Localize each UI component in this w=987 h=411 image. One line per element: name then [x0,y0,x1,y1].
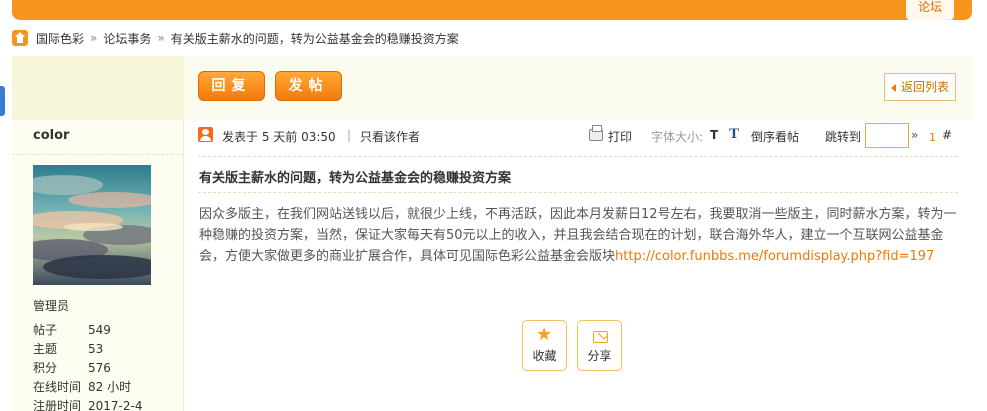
stat-register-date: 注册时间 2017-2-4 [33,397,142,411]
post-body: 因众多版主，在我们网站送钱以后，就很少上线，不再活跃，因此本月发薪日12号左右，… [199,204,963,267]
stat-value: 82 小时 [88,380,132,394]
divider [198,192,958,193]
stat-label: 积分 [33,361,58,375]
stat-label: 主题 [33,342,58,356]
floor-number[interactable]: 1 [929,131,936,144]
only-author-link[interactable]: 只看该作者 [360,128,420,145]
author-name[interactable]: color [33,128,69,143]
share-label: 分享 [587,349,612,363]
breadcrumb-item-thread[interactable]: 有关版主薪水的问题，转为公益基金会的稳赚投资方案 [171,30,459,47]
stat-value: 2017-2-4 [88,399,143,411]
new-post-button[interactable]: 发帖 [275,71,342,101]
printer-icon[interactable] [589,125,603,141]
jump-to-label: 跳转到 [825,130,862,144]
floor-hash: # [942,128,953,142]
user-stats: 帖子 549 主题 53 积分 576 在线时间 82 小时 注册时间 2017… [33,321,142,411]
sidebar-header [12,56,184,120]
stat-label: 注册时间 [33,399,82,411]
back-to-list-button[interactable]: 返回列表 [884,73,956,101]
divider [12,154,184,155]
stat-online-time: 在线时间 82 小时 [33,378,142,397]
jump-to-floor-input[interactable] [865,123,909,148]
breadcrumb-separator: » [157,31,165,45]
post-title: 有关版主薪水的问题，转为公益基金会的稳赚投资方案 [199,171,512,186]
favorite-label: 收藏 [532,349,557,363]
forum-tab[interactable]: 论坛 [906,0,954,20]
avatar[interactable] [33,165,151,285]
reverse-order-icon[interactable]: T [729,126,739,143]
meta-separator: | [347,128,352,142]
breadcrumb-item-site[interactable]: 国际色彩 [36,30,84,47]
post-date: 发表于 5 天前 03:50 [222,130,336,144]
author-online-icon [198,127,213,142]
jump-go-button[interactable]: » [911,128,918,142]
stat-value[interactable]: 576 [88,359,111,378]
stat-value[interactable]: 549 [88,321,111,340]
stat-threads: 主题 53 [33,340,142,359]
top-nav-bar: 论坛 [12,0,972,20]
font-size-toggle[interactable]: T [710,128,718,142]
stat-value[interactable]: 53 [88,340,103,359]
post-body-link[interactable]: http://color.funbbs.me/forumdisplay.php?… [615,249,934,264]
breadcrumb-separator: » [90,31,98,45]
reply-button[interactable]: 回复 [198,71,265,101]
font-size-label: 字体大小: [651,130,704,144]
print-link[interactable]: 打印 [608,128,632,145]
star-icon: ★ [536,324,553,345]
stat-label: 在线时间 [33,380,82,394]
user-group[interactable]: 管理员 [33,297,69,314]
avatar-image [33,165,151,285]
stat-points: 积分 576 [33,359,142,378]
divider [198,156,958,157]
share-icon [593,331,608,343]
share-button[interactable]: 分享 [577,320,622,371]
breadcrumb: 国际色彩 » 论坛事务 » 有关版主薪水的问题，转为公益基金会的稳赚投资方案 [12,29,459,47]
stat-label: 帖子 [33,323,58,337]
breadcrumb-item-forum[interactable]: 论坛事务 [103,30,151,47]
reverse-order-link[interactable]: 倒序看帖 [751,128,799,145]
favorite-button[interactable]: ★ 收藏 [522,320,567,371]
home-icon[interactable] [12,30,28,46]
side-float-tab[interactable] [0,86,5,116]
stat-posts: 帖子 549 [33,321,142,340]
